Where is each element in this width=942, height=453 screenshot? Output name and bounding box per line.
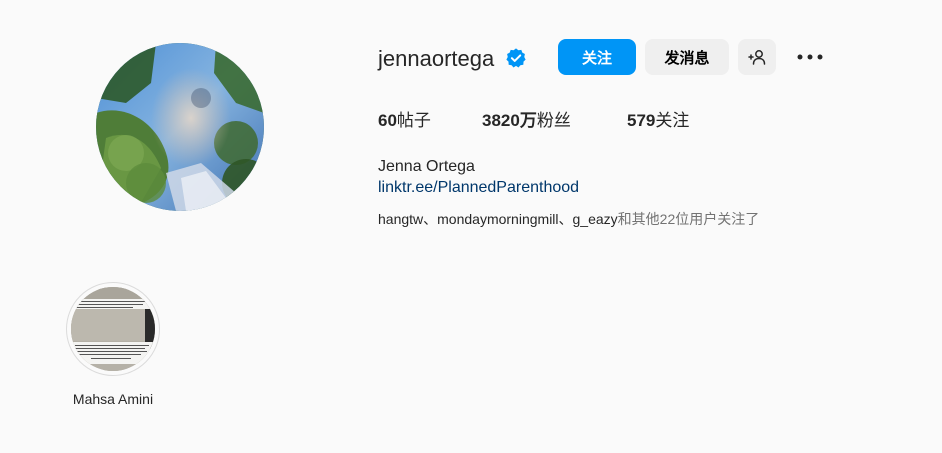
- more-options-button[interactable]: [794, 45, 826, 69]
- bio-link[interactable]: linktr.ee/PlannedParenthood: [378, 178, 579, 198]
- full-name: Jenna Ortega: [378, 158, 475, 175]
- highlight-cover: [71, 287, 155, 371]
- followers-label: 粉丝: [536, 111, 571, 130]
- following-label: 关注: [655, 111, 690, 130]
- username: jennaortega: [378, 46, 495, 71]
- story-highlight[interactable]: [66, 282, 160, 376]
- more-horizontal-icon: [797, 54, 823, 60]
- posts-count: 60帖子: [378, 110, 431, 132]
- followed-by[interactable]: hangtw、mondaymorningmill、g_eazy和其他22位用户关…: [378, 210, 759, 228]
- follow-button[interactable]: 关注: [558, 39, 636, 75]
- profile-photo: [96, 43, 264, 211]
- highlight-cover-image: [71, 287, 155, 371]
- posts-label: 帖子: [396, 111, 431, 130]
- verified-badge-icon: [506, 48, 526, 68]
- followers-number: 3820万: [482, 111, 537, 130]
- add-person-icon: [748, 50, 766, 65]
- following-count[interactable]: 579关注: [627, 110, 689, 132]
- suggested-accounts-button[interactable]: [738, 39, 776, 75]
- posts-number: 60: [378, 111, 397, 130]
- highlight-label: Mahsa Amini: [72, 391, 154, 407]
- profile-avatar[interactable]: [96, 43, 264, 211]
- message-button[interactable]: 发消息: [645, 39, 729, 75]
- followed-by-suffix: 和其他22位用户关注了: [617, 211, 760, 227]
- following-number: 579: [627, 111, 656, 130]
- followed-by-names: hangtw、mondaymorningmill、g_eazy: [378, 211, 618, 227]
- followers-count[interactable]: 3820万粉丝: [482, 110, 571, 132]
